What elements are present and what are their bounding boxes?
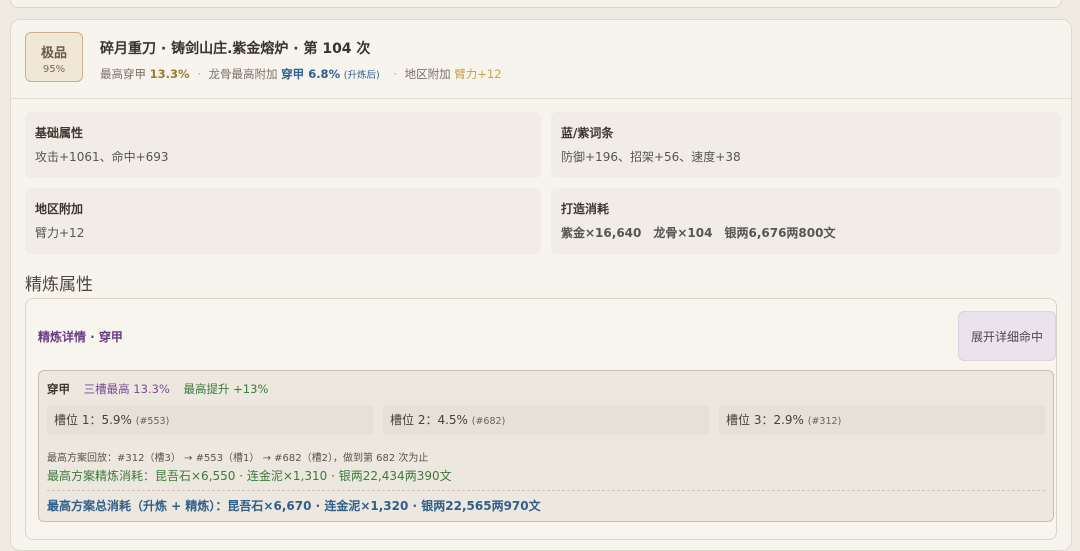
item-meta: 最高穿甲 13.3% · 龙骨最高附加 穿甲 6.8% (升炼后) · 地区附加… — [100, 67, 502, 81]
slot-1-label: 槽位 1：5.9% — [54, 413, 132, 427]
base-attributes-title: 基础属性 — [35, 126, 84, 140]
slot-3-label: 槽位 3：2.9% — [726, 413, 804, 427]
dragon-bonus-note: (升炼后) — [343, 70, 380, 81]
refine-summary: 穿甲 三槽最高 13.3% 最高提升 +13% — [47, 381, 268, 397]
refine-header: 精炼详情 · 穿甲 — [38, 330, 123, 344]
best-plan-refine-cost: 最高方案精炼消耗：昆吾石×6,550 · 连金泥×1,310 · 银两22,43… — [47, 469, 452, 483]
region-bonus-label: 地区附加 — [404, 67, 451, 81]
best-plan-replay: 最高方案回放：#312（槽3） → #553（槽1） → #682（槽2），做到… — [47, 453, 429, 464]
region-title: 地区附加 — [35, 202, 84, 216]
divider — [47, 490, 1045, 491]
refine-section-title: 精炼属性 — [25, 275, 93, 295]
slot-2-label: 槽位 2：4.5% — [390, 413, 468, 427]
expand-details-button[interactable]: 展开详细命中 — [958, 311, 1056, 361]
slot-1-id: (#553) — [135, 416, 170, 427]
crafting-cost-value: 紫金×16,640 龙骨×104 银两6,676两800文 — [561, 226, 836, 240]
refine-detail-box: 穿甲 三槽最高 13.3% 最高提升 +13% 槽位 1：5.9% (#553)… — [38, 370, 1054, 522]
slot-2: 槽位 2：4.5% (#682) — [383, 405, 709, 435]
dragon-bonus-value: 穿甲 6.8% — [281, 67, 341, 81]
region-value: 臂力+12 — [35, 226, 85, 240]
slot-2-id: (#682) — [471, 416, 506, 427]
affix-value: 防御+196、招架+56、速度+38 — [561, 150, 741, 164]
slot-3-id: (#312) — [807, 416, 842, 427]
tri-slot-max: 三槽最高 13.3% — [83, 382, 170, 396]
affix-panel: 蓝/紫词条 防御+196、招架+56、速度+38 — [551, 112, 1061, 178]
affix-title: 蓝/紫词条 — [561, 126, 614, 140]
max-gain: 最高提升 +13% — [183, 382, 269, 396]
grade-percent: 95% — [42, 64, 66, 75]
grade-badge: 极品 95% — [25, 32, 83, 82]
max-pierce-label: 最高穿甲 — [100, 67, 146, 81]
base-attributes-value: 攻击+1061、命中+693 — [35, 150, 169, 164]
item-title: 碎月重刀 · 铸剑山庄.紫金熔炉 · 第 104 次 — [100, 41, 371, 57]
crafting-cost-title: 打造消耗 — [561, 202, 610, 216]
region-panel: 地区附加 臂力+12 — [25, 188, 541, 254]
grade-label: 极品 — [40, 46, 67, 61]
previous-card-edge — [10, 0, 1062, 8]
refine-stat-label: 穿甲 — [47, 382, 70, 396]
card-header: 极品 95% 碎月重刀 · 铸剑山庄.紫金熔炉 · 第 104 次 最高穿甲 1… — [11, 20, 1071, 99]
weapon-card: 极品 95% 碎月重刀 · 铸剑山庄.紫金熔炉 · 第 104 次 最高穿甲 1… — [10, 19, 1072, 551]
max-pierce-value: 13.3% — [149, 67, 190, 81]
refine-panel: 精炼详情 · 穿甲 展开详细命中 穿甲 三槽最高 13.3% 最高提升 +13%… — [25, 298, 1057, 540]
slot-1: 槽位 1：5.9% (#553) — [47, 405, 373, 435]
dragon-bonus-label: 龙骨最高附加 — [208, 67, 278, 81]
slot-3: 槽位 3：2.9% (#312) — [719, 405, 1045, 435]
crafting-cost-panel: 打造消耗 紫金×16,640 龙骨×104 银两6,676两800文 — [551, 188, 1061, 254]
base-attributes-panel: 基础属性 攻击+1061、命中+693 — [25, 112, 541, 178]
best-plan-total-cost: 最高方案总消耗（升炼 + 精炼）：昆吾石×6,670 · 连金泥×1,320 ·… — [47, 499, 541, 513]
region-bonus-value: 臂力+12 — [454, 67, 502, 81]
